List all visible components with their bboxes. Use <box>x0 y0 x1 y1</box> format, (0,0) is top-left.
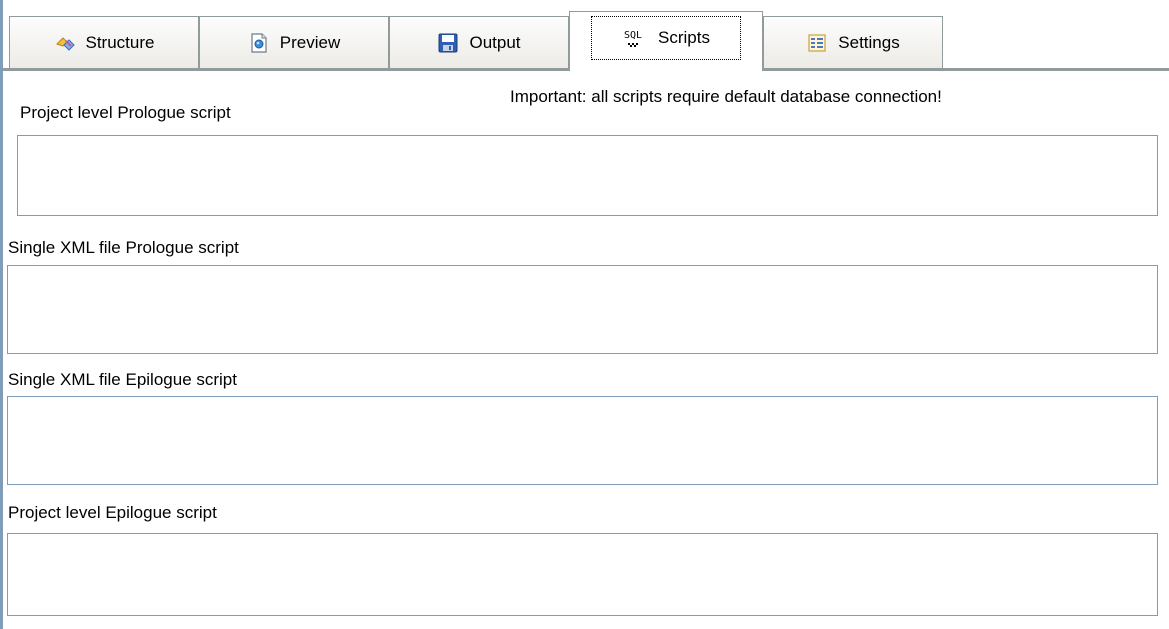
database-connection-notice: Important: all scripts require default d… <box>510 87 942 106</box>
tab-settings[interactable]: Settings <box>763 16 943 68</box>
file-prologue-script-input[interactable] <box>7 265 1158 354</box>
tab-preview[interactable]: Preview <box>199 16 389 68</box>
tab-settings-content: Settings <box>796 28 909 58</box>
tab-preview-label: Preview <box>279 32 341 52</box>
project-prologue-script-input[interactable] <box>17 135 1158 216</box>
project-epilogue-script-input[interactable] <box>7 533 1158 616</box>
tab-strip: Structure Preview Output SQL Scripts Set… <box>3 0 1169 71</box>
settings-icon <box>806 32 828 54</box>
project-prologue-label: Project level Prologue script <box>20 103 231 122</box>
tab-output[interactable]: Output <box>389 16 569 68</box>
preview-icon <box>248 32 270 54</box>
svg-text:SQL: SQL <box>624 30 642 41</box>
file-prologue-label: Single XML file Prologue script <box>8 238 239 257</box>
save-disk-icon <box>437 32 459 54</box>
file-epilogue-label: Single XML file Epilogue script <box>8 370 237 389</box>
tab-structure[interactable]: Structure <box>9 16 199 68</box>
tab-scripts-label: Scripts <box>658 27 710 47</box>
tab-scripts-content: SQL Scripts <box>591 15 741 60</box>
left-border <box>0 0 3 629</box>
tab-preview-content: Preview <box>238 28 350 58</box>
structure-icon <box>54 32 76 54</box>
scripts-panel: Structure Preview Output SQL Scripts Set… <box>0 0 1169 629</box>
file-epilogue-script-input[interactable] <box>7 396 1158 485</box>
sql-icon: SQL <box>622 27 646 49</box>
tab-scripts[interactable]: SQL Scripts <box>569 11 763 71</box>
tab-output-content: Output <box>427 28 530 58</box>
tab-structure-content: Structure <box>44 28 165 58</box>
project-epilogue-label: Project level Epilogue script <box>8 503 217 522</box>
tab-output-label: Output <box>469 32 521 52</box>
tab-settings-label: Settings <box>838 32 900 52</box>
tab-strip-highlight <box>3 71 1169 72</box>
tab-structure-label: Structure <box>85 32 155 52</box>
